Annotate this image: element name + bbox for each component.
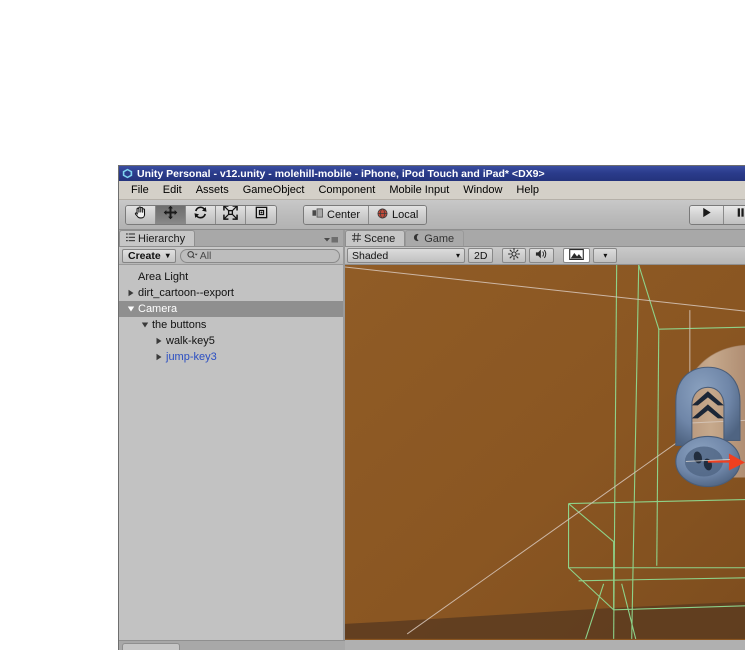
menu-item-component[interactable]: Component — [311, 182, 382, 198]
unity-editor-window: Unity Personal - v12.unity - molehill-mo… — [118, 165, 745, 650]
chevron-down-icon: ▾ — [165, 251, 170, 260]
hierarchy-item-walk-key5[interactable]: walk-key5 — [119, 333, 343, 349]
play-icon — [700, 206, 713, 224]
game-moon-icon — [412, 233, 421, 245]
main-toolbar: Center Local — [119, 200, 745, 230]
toggle-audio-button[interactable] — [529, 248, 555, 263]
tab-scene[interactable]: Scene — [345, 230, 406, 246]
sun-icon — [508, 248, 521, 263]
scale-tool-button[interactable] — [216, 205, 246, 224]
search-input[interactable]: All — [179, 247, 340, 265]
menu-item-gameobject[interactable]: GameObject — [236, 182, 312, 198]
toggle-lighting-button[interactable] — [502, 248, 527, 263]
pause-icon — [734, 206, 745, 224]
menu-item-file[interactable]: File — [124, 182, 156, 198]
hierarchy-toolbar: Create ▾ All — [119, 247, 343, 265]
create-button[interactable]: Create ▾ — [122, 248, 176, 263]
pivot-mode-label: Center — [327, 208, 361, 221]
scale-icon — [223, 205, 238, 224]
hierarchy-icon — [126, 232, 135, 245]
playmode-controls-group — [689, 205, 745, 225]
scene-grid-icon — [352, 232, 361, 245]
bottom-dock-tab[interactable] — [122, 643, 180, 650]
tab-hierarchy[interactable]: Hierarchy — [119, 230, 196, 246]
scene-view-toolbar: Shaded ▾ 2D ▾ — [345, 247, 745, 265]
hierarchy-item-label: the buttons — [152, 319, 207, 331]
chevron-down-icon: ▾ — [603, 251, 608, 260]
rotate-tool-button[interactable] — [186, 205, 216, 224]
globe-local-icon — [377, 208, 388, 222]
tab-hierarchy-label: Hierarchy — [138, 232, 186, 245]
tab-game-label: Game — [424, 232, 455, 245]
menu-item-assets[interactable]: Assets — [189, 182, 236, 198]
window-title-text: Unity Personal - v12.unity - molehill-mo… — [137, 167, 545, 180]
hierarchy-tab-row: Hierarchy — [119, 230, 343, 247]
window-title-bar: Unity Personal - v12.unity - molehill-mo… — [119, 166, 745, 181]
hierarchy-item-camera[interactable]: Camera — [119, 301, 343, 317]
hierarchy-options-menu-icon[interactable] — [323, 235, 339, 244]
unity-logo-icon — [122, 168, 133, 179]
bottom-dock-bar — [119, 640, 345, 650]
chevron-down-icon[interactable] — [139, 321, 150, 329]
tab-scene-label: Scene — [364, 232, 396, 245]
chevron-down-icon[interactable] — [125, 305, 136, 313]
hierarchy-item-dirt-cartoon-export[interactable]: dirt_cartoon--export — [119, 285, 343, 301]
pivot-mode-button[interactable]: Center — [304, 205, 370, 224]
search-placeholder: All — [199, 249, 212, 262]
shading-mode-label: Shaded — [352, 249, 389, 262]
hierarchy-item-label: Area Light — [138, 271, 189, 283]
scene-tab-row: Scene Game — [345, 230, 745, 247]
rect-transform-icon — [254, 206, 269, 224]
hand-icon — [133, 205, 148, 224]
menu-item-window[interactable]: Window — [456, 182, 509, 198]
chevron-down-icon: ▾ — [455, 251, 460, 260]
menu-item-help[interactable]: Help — [509, 182, 546, 198]
toggle-effects-button[interactable] — [563, 248, 591, 263]
toggle-2d-label: 2D — [474, 249, 488, 262]
pause-button[interactable] — [724, 206, 745, 224]
pivot-rotation-button[interactable]: Local — [369, 205, 427, 224]
rotate-icon — [193, 206, 208, 224]
menu-item-mobile-input[interactable]: Mobile Input — [382, 182, 456, 198]
effects-dropdown-button[interactable]: ▾ — [593, 248, 618, 263]
hierarchy-panel: Hierarchy Create ▾ All Area Light dirt_c… — [119, 230, 345, 650]
pivot-controls-group: Center Local — [303, 204, 428, 225]
tab-game[interactable]: Game — [405, 230, 465, 246]
rect-transform-tool-button[interactable] — [246, 205, 276, 224]
hierarchy-item-jump-key3[interactable]: jump-key3 — [119, 349, 343, 365]
hierarchy-item-label: jump-key3 — [166, 351, 217, 363]
scene-panel-footer — [345, 640, 745, 650]
chevron-right-icon[interactable] — [125, 289, 136, 297]
hierarchy-item-the-buttons[interactable]: the buttons — [119, 317, 343, 333]
scene-viewport[interactable] — [345, 265, 745, 640]
speaker-icon — [535, 248, 548, 263]
create-button-label: Create — [128, 249, 161, 262]
hierarchy-tree: Area Light dirt_cartoon--export Camera the … — [119, 265, 343, 640]
chevron-right-icon[interactable] — [153, 353, 164, 361]
chevron-right-icon[interactable] — [153, 337, 164, 345]
shading-mode-dropdown[interactable]: Shaded ▾ — [347, 248, 465, 263]
hand-tool-button[interactable] — [126, 205, 156, 224]
move-tool-button[interactable] — [156, 205, 186, 224]
menu-bar: File Edit Assets GameObject Component Mo… — [119, 181, 745, 200]
scene-panel: Scene Game Shaded ▾ 2D ▾ — [345, 230, 745, 650]
transform-tools-group — [125, 204, 277, 225]
hierarchy-item-area-light[interactable]: Area Light — [119, 269, 343, 285]
play-button[interactable] — [690, 206, 724, 224]
hierarchy-item-label: dirt_cartoon--export — [138, 287, 234, 299]
editor-body: Hierarchy Create ▾ All Area Light dirt_c… — [119, 230, 745, 650]
pivot-rotation-label: Local — [392, 208, 419, 221]
search-icon — [187, 247, 198, 265]
scene-render-surface — [345, 265, 745, 639]
image-icon — [569, 248, 585, 263]
hierarchy-item-label: walk-key5 — [166, 335, 215, 347]
toggle-2d-button[interactable]: 2D — [468, 248, 494, 263]
move-arrows-icon — [163, 205, 178, 224]
menu-item-edit[interactable]: Edit — [156, 182, 189, 198]
hierarchy-item-label: Camera — [138, 303, 178, 315]
pivot-center-icon — [312, 208, 323, 221]
